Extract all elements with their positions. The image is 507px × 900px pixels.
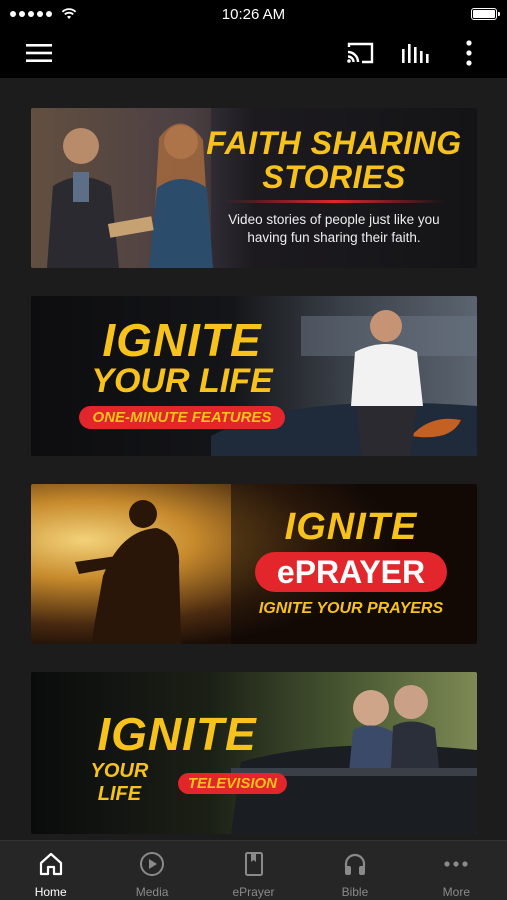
cast-icon[interactable]: [343, 36, 377, 70]
card-title-line2: YOUR LIFE: [91, 362, 273, 400]
card-badge: ONE-MINUTE FEATURES: [78, 406, 286, 429]
card-subtitle-line1: Video stories of people just like you: [228, 212, 440, 227]
wifi-icon: [61, 8, 77, 19]
tab-label: ePrayer: [232, 885, 275, 899]
tab-label: More: [442, 885, 470, 899]
card-subtitle-row: YOUR LIFE TELEVISION: [67, 760, 287, 806]
headphones-icon: [342, 851, 368, 877]
card-title-line2: YOUR LIFE: [90, 760, 149, 805]
bottom-tab-bar: Home Media ePrayer Bible More: [0, 840, 507, 900]
home-feed: FAITH SHARING STORIES Video stories of p…: [0, 78, 507, 840]
top-toolbar: [0, 28, 507, 78]
vertical-dots-icon[interactable]: [452, 36, 486, 70]
tab-home[interactable]: Home: [0, 841, 101, 900]
card-badge: ePRAYER: [254, 552, 448, 592]
tab-label: Home: [34, 885, 67, 899]
signal-strength-icon: [10, 8, 77, 20]
ignite-your-life-card[interactable]: IGNITE YOUR LIFE ONE-MINUTE FEATURES: [31, 296, 477, 456]
red-divider: [224, 200, 444, 203]
status-bar: 10:26 AM: [0, 0, 507, 28]
card-title-line1: IGNITE: [97, 708, 257, 760]
card-title-line1: IGNITE: [102, 314, 262, 366]
tab-eprayer[interactable]: ePrayer: [203, 841, 304, 900]
hamburger-menu-icon[interactable]: [22, 36, 56, 70]
tab-label: Media: [135, 885, 169, 899]
card-subtitle-line2: having fun sharing their faith.: [247, 230, 421, 245]
card-title-line2: STORIES: [262, 159, 406, 195]
play-circle-icon: [139, 851, 165, 877]
battery-icon: [471, 8, 500, 20]
card-title-line1: FAITH SHARING: [206, 125, 462, 161]
more-dots-icon: [443, 851, 469, 877]
tab-label: Bible: [341, 885, 369, 899]
equalizer-icon[interactable]: [398, 36, 432, 70]
faith-sharing-stories-card[interactable]: FAITH SHARING STORIES Video stories of p…: [31, 108, 477, 268]
tab-media[interactable]: Media: [101, 841, 202, 900]
bookmark-book-icon: [241, 851, 267, 877]
home-icon: [38, 851, 64, 877]
card-title-line1: IGNITE: [284, 506, 418, 548]
ignite-your-life-television-card[interactable]: IGNITE YOUR LIFE TELEVISION: [31, 672, 477, 834]
card-badge: TELEVISION: [177, 772, 287, 794]
tab-bible[interactable]: Bible: [304, 841, 405, 900]
ignite-eprayer-card[interactable]: IGNITE ePRAYER IGNITE YOUR PRAYERS: [31, 484, 477, 644]
tab-more[interactable]: More: [406, 841, 507, 900]
card-tagline: IGNITE YOUR PRAYERS: [258, 600, 444, 617]
